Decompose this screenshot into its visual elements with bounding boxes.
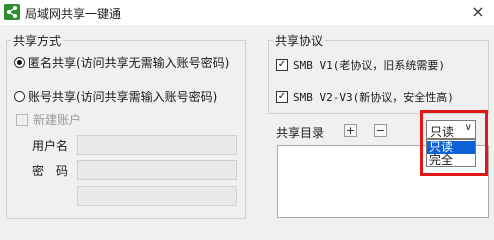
share-mode-legend: 共享方式 [13,34,62,48]
window-title: 局域网共享一键通 [25,7,122,21]
account-share-label: 账号共享(访问共享需输入账号密码) [28,90,218,104]
password-label: 密 码 [32,164,69,178]
username-field[interactable] [77,135,237,155]
remove-dir-button[interactable]: − [374,124,387,137]
share-icon [4,4,20,20]
smb1-checkbox[interactable] [276,59,288,71]
username-label: 用户名 [32,139,69,153]
anon-share-option[interactable]: 匿名共享(访问共享无需输入账号密码) [14,54,229,71]
smb2-option[interactable]: SMB V2-V3(新协议，安全性高) [276,89,454,105]
confirm-password-field[interactable] [77,186,237,206]
smb2-checkbox[interactable] [276,91,288,103]
protocol-legend: 共享协议 [275,34,324,48]
smb2-label: SMB V2-V3(新协议，安全性高) [293,91,454,104]
anon-share-radio[interactable] [14,57,25,68]
smb1-option[interactable]: SMB V1(老协议，旧系统需要) [276,57,445,73]
shared-dir-label: 共享目录 [276,126,325,140]
password-field[interactable] [77,160,237,180]
new-account-option[interactable]: 新建账户 [16,111,81,128]
permission-select[interactable]: 只读 ∨ [426,120,476,139]
anon-share-label: 匿名共享(访问共享无需输入账号密码) [28,56,230,70]
new-account-checkbox[interactable] [16,113,28,126]
add-dir-button[interactable]: + [344,124,357,137]
close-button[interactable]: × [468,2,488,22]
account-share-option[interactable]: 账号共享(访问共享需输入账号密码) [14,88,217,105]
permission-selected-value: 只读 [430,125,455,139]
account-share-radio[interactable] [14,91,25,102]
permission-dropdown-list: 只读 完全 [426,139,476,167]
smb1-label: SMB V1(老协议，旧系统需要) [293,59,445,72]
new-account-label: 新建账户 [33,113,82,127]
chevron-down-icon: ∨ [464,122,472,133]
permission-option-full[interactable]: 完全 [427,154,475,167]
title-bar: 局域网共享一键通 × [0,0,494,25]
